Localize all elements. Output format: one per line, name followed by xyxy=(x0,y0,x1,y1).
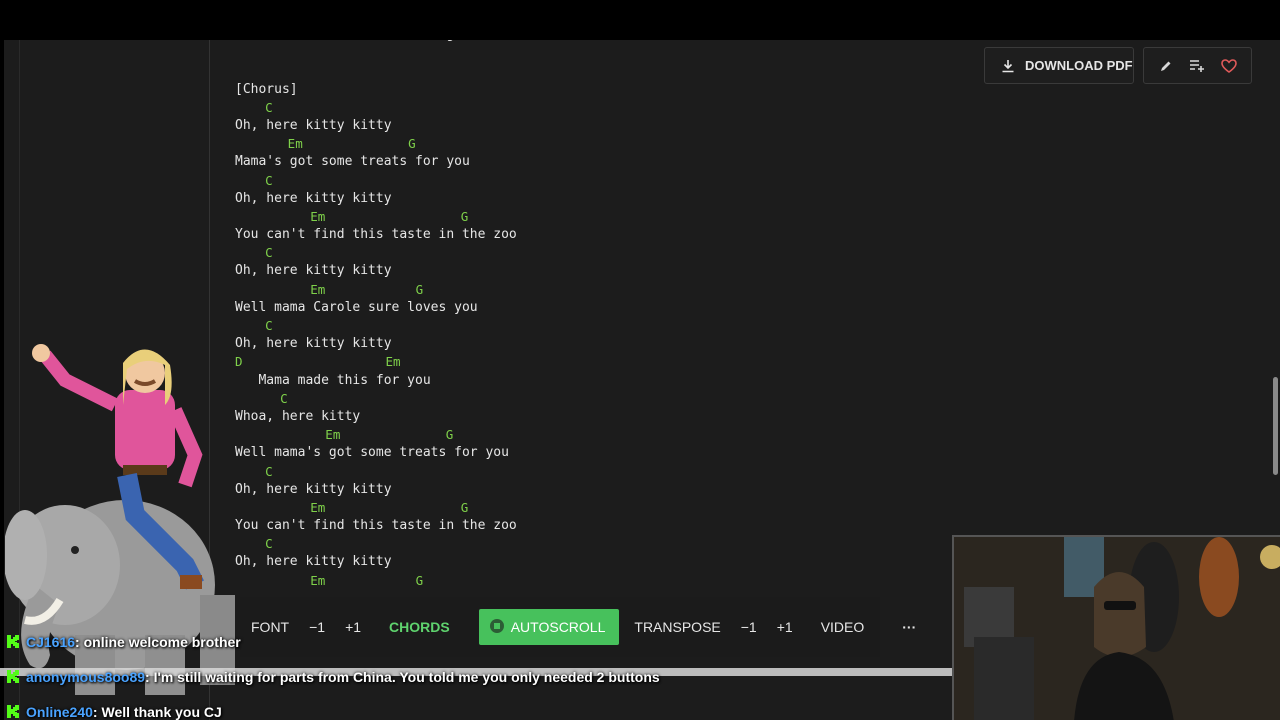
chord-line: C xyxy=(235,463,273,479)
download-icon xyxy=(997,55,1019,77)
favorite-heart-icon[interactable] xyxy=(1218,55,1240,77)
chord-line: C xyxy=(235,390,288,406)
video-button[interactable]: VIDEO xyxy=(814,619,872,635)
chord-line: Em G xyxy=(235,281,424,297)
lyric-line: Oh, here kitty kitty xyxy=(235,117,392,133)
kick-logo-icon xyxy=(6,634,21,649)
chat-username[interactable]: Online240 xyxy=(26,704,93,720)
page-scrollbar[interactable] xyxy=(1273,377,1278,475)
chat-message: CJ1616: online welcome brother xyxy=(6,624,660,659)
download-pdf-label: DOWNLOAD PDF xyxy=(1025,58,1133,73)
download-pdf-button[interactable]: DOWNLOAD PDF xyxy=(984,47,1134,84)
lyric-line: Oh, here kitty kitty xyxy=(235,263,392,279)
chord-sheet: There's nothin' left but tiger tracks [Ch… xyxy=(235,40,525,590)
chord-line: C xyxy=(235,318,273,333)
lyric-line: Mama's got some treats for you xyxy=(235,154,470,170)
chord-line: C xyxy=(235,172,273,188)
chord-line: Em G xyxy=(235,427,454,443)
stream-chat-overlay: CJ1616: online welcome brother anonymous8… xyxy=(6,624,660,720)
webcam-overlay xyxy=(952,535,1280,720)
chat-colon: : xyxy=(145,668,154,685)
chord-line: Em G xyxy=(235,208,469,224)
chord-line: Em G xyxy=(235,136,416,152)
chat-text: I'm still waiting for parts from China. … xyxy=(153,668,660,685)
lyric-line: [Chorus] xyxy=(235,81,298,97)
add-to-playlist-icon[interactable] xyxy=(1186,55,1208,77)
lyric-line: Oh, here kitty kitty xyxy=(235,336,392,352)
chat-text: Well thank you CJ xyxy=(101,703,222,720)
lyric-line: Oh, here kitty kitty xyxy=(235,190,392,206)
lyric-line: Oh, here kitty kitty xyxy=(235,554,392,570)
lyric-line: Well mama Carole sure loves you xyxy=(235,299,478,315)
lyric-line: There's nothin' left but tiger tracks xyxy=(235,40,525,44)
chat-username[interactable]: anonymous8oo89 xyxy=(26,669,145,685)
chord-line: C xyxy=(235,536,273,552)
kick-logo-icon xyxy=(6,704,21,719)
tab-tools-group xyxy=(1143,47,1252,84)
chat-text: online welcome brother xyxy=(83,633,241,650)
chat-message: anonymous8oo89: I'm still waiting for pa… xyxy=(6,659,660,694)
lyric-line: You can't find this taste in the zoo xyxy=(235,518,517,534)
chord-line: C xyxy=(235,99,273,115)
transpose-down-button[interactable]: −1 xyxy=(734,619,764,635)
chord-line: Em G xyxy=(235,572,424,588)
edit-icon[interactable] xyxy=(1155,55,1177,77)
lyric-line: Mama made this for you xyxy=(235,372,431,388)
lyric-line: Oh, here kitty kitty xyxy=(235,481,392,497)
chord-line: Em G xyxy=(235,499,469,515)
chord-line: C xyxy=(235,245,273,261)
chat-username[interactable]: CJ1616 xyxy=(26,634,75,650)
kick-logo-icon xyxy=(6,669,21,684)
top-black-bar xyxy=(0,0,1280,40)
chat-message: Online240: Well thank you CJ xyxy=(6,694,660,720)
tab-actions: DOWNLOAD PDF xyxy=(984,47,1252,84)
more-options-button[interactable]: ··· xyxy=(895,619,923,635)
transpose-up-button[interactable]: +1 xyxy=(770,619,800,635)
lyric-line: You can't find this taste in the zoo xyxy=(235,227,517,243)
lyric-line: Whoa, here kitty xyxy=(235,408,361,424)
chord-line: D Em xyxy=(235,354,401,370)
chat-colon: : xyxy=(75,633,84,650)
lyric-line: Well mama's got some treats for you xyxy=(235,445,509,461)
